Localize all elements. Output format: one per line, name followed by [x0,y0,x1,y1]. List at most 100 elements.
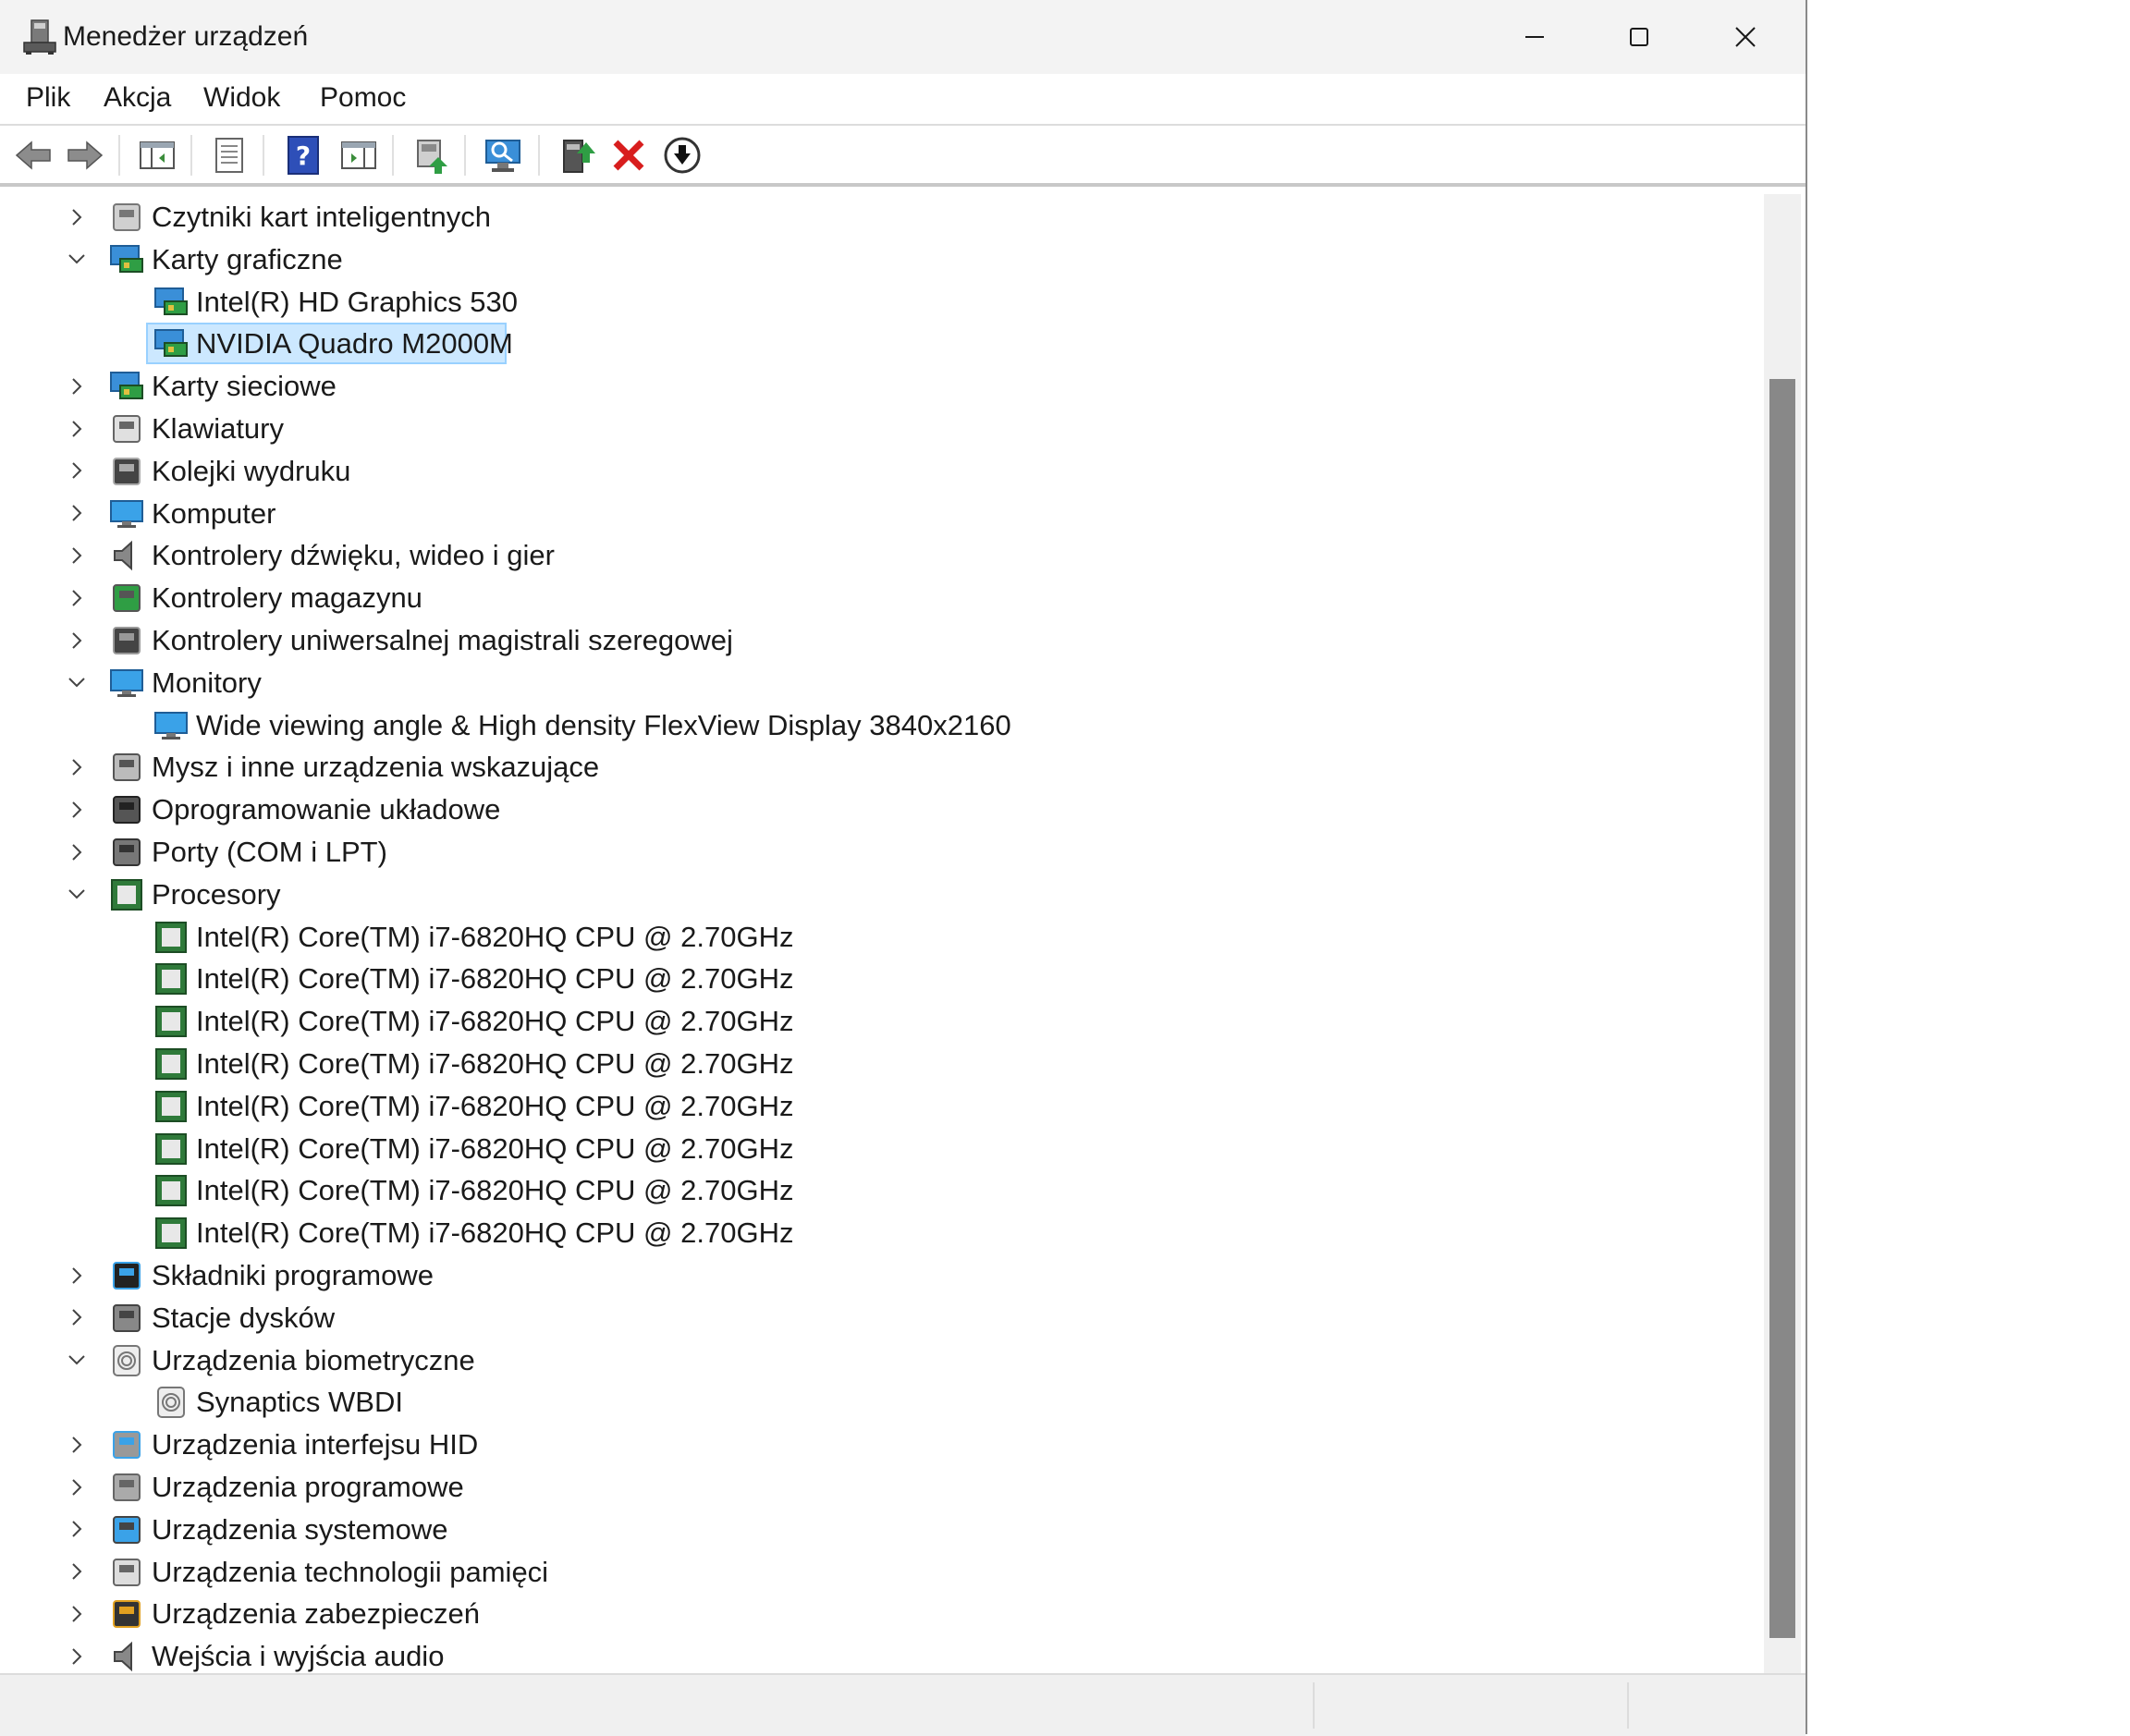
tree-item-label: Urządzenia biometryczne [152,1343,475,1376]
tree-item-label: Synaptics WBDI [196,1386,403,1419]
chevron-right-icon[interactable] [63,534,91,576]
arrow-left-icon [15,141,51,170]
menu-bar: Plik Akcja Widok Pomoc [0,74,1806,126]
tree-device-row[interactable]: Intel(R) Core(TM) i7-6820HQ CPU @ 2.70GH… [7,1043,1745,1084]
menu-pomoc[interactable]: Pomoc [320,79,406,116]
title-bar[interactable]: Menedżer urządzeń [0,0,1806,74]
tree-category-row[interactable]: Komputer [7,493,1745,534]
menu-widok[interactable]: Widok [203,79,280,116]
chevron-right-icon[interactable] [63,1466,91,1508]
forward-button[interactable] [63,133,107,177]
tree-device-row[interactable]: Synaptics WBDI [7,1381,1745,1423]
tree-category-row[interactable]: Urządzenia systemowe [7,1509,1745,1550]
back-button[interactable] [11,133,55,177]
tree-category-row[interactable]: Karty graficzne [7,238,1745,280]
maximize-button[interactable] [1587,0,1691,74]
chevron-right-icon[interactable] [63,789,91,830]
uninstall-icon [613,140,644,171]
tree-device-row[interactable]: Intel(R) Core(TM) i7-6820HQ CPU @ 2.70GH… [7,958,1745,999]
tree-item-label: Intel(R) Core(TM) i7-6820HQ CPU @ 2.70GH… [196,1174,794,1207]
tree-device-row[interactable]: NVIDIA Quadro M2000M [7,323,1745,365]
chevron-right-icon[interactable] [63,1635,91,1673]
tree-category-row[interactable]: Stacje dysków [7,1297,1745,1339]
tree-category-row[interactable]: Mysz i inne urządzenia wskazujące [7,746,1745,788]
tree-category-row[interactable]: Urządzenia interfejsu HID [7,1424,1745,1465]
tree-category-row[interactable]: Oprogramowanie układowe [7,789,1745,830]
tree-item-label: Intel(R) Core(TM) i7-6820HQ CPU @ 2.70GH… [196,920,794,953]
chevron-down-icon[interactable] [63,238,91,280]
tree-category-row[interactable]: Czytniki kart inteligentnych [7,196,1745,238]
tree-device-row[interactable]: Intel(R) Core(TM) i7-6820HQ CPU @ 2.70GH… [7,1000,1745,1042]
menu-plik[interactable]: Plik [26,79,70,116]
chevron-right-icon[interactable] [63,365,91,407]
chevron-down-icon[interactable] [63,1339,91,1381]
tree-device-row[interactable]: Intel(R) HD Graphics 530 [7,281,1745,323]
tree-device-row[interactable]: Intel(R) Core(TM) i7-6820HQ CPU @ 2.70GH… [7,1212,1745,1253]
show-hide-action-pane-button[interactable] [337,133,381,177]
chevron-right-icon[interactable] [63,408,91,449]
scrollbar-thumb[interactable] [1769,379,1795,1638]
chevron-right-icon[interactable] [63,1509,91,1550]
tree-item-label: Karty graficzne [152,242,343,275]
tree-category-row[interactable]: Kontrolery magazynu [7,577,1745,618]
speaker-icon [109,538,144,573]
chevron-right-icon[interactable] [63,1424,91,1465]
show-hide-console-tree-button[interactable] [135,133,179,177]
properties-button[interactable] [207,133,251,177]
toolbar-separator [118,135,120,176]
minimize-button[interactable] [1483,0,1586,74]
close-button[interactable] [1694,0,1797,74]
update-driver-icon [417,140,447,174]
display-adapter-icon [153,326,189,361]
chevron-right-icon[interactable] [63,619,91,661]
chevron-right-icon[interactable] [63,450,91,492]
tree-category-row[interactable]: Urządzenia zabezpieczeń [7,1593,1745,1634]
disable-icon [664,137,701,174]
monitor-icon [153,708,189,743]
tree-category-row[interactable]: Wejścia i wyjścia audio [7,1635,1745,1673]
tree-category-row[interactable]: Karty sieciowe [7,365,1745,407]
chevron-right-icon[interactable] [63,746,91,788]
tree-category-row[interactable]: Kontrolery uniwersalnej magistrali szere… [7,619,1745,661]
chevron-down-icon[interactable] [63,662,91,703]
update-driver-button[interactable] [409,133,453,177]
tree-category-row[interactable]: Kolejki wydruku [7,450,1745,492]
smart-card-reader-icon [109,200,144,235]
chevron-right-icon[interactable] [63,1551,91,1593]
menu-akcja[interactable]: Akcja [104,79,171,116]
disable-device-button[interactable] [660,133,704,177]
disk-drive-icon [109,1301,144,1336]
tree-category-row[interactable]: Urządzenia technologii pamięci [7,1551,1745,1593]
tree-category-row[interactable]: Monitory [7,662,1745,703]
tree-category-row[interactable]: Porty (COM i LPT) [7,831,1745,873]
chevron-right-icon[interactable] [63,196,91,238]
tree-device-row[interactable]: Intel(R) Core(TM) i7-6820HQ CPU @ 2.70GH… [7,1169,1745,1211]
tree-category-row[interactable]: Kontrolery dźwięku, wideo i gier [7,534,1745,576]
tree-item-label: Kolejki wydruku [152,454,351,487]
chevron-right-icon[interactable] [63,493,91,534]
toolbar: ? [0,126,1806,187]
fingerprint-icon [109,1343,144,1378]
chevron-down-icon[interactable] [63,874,91,915]
memory-technology-icon [109,1555,144,1590]
tree-device-row[interactable]: Wide viewing angle & High density FlexVi… [7,704,1745,746]
tree-category-row[interactable]: Urządzenia biometryczne [7,1339,1745,1381]
help-button[interactable]: ? [281,133,325,177]
chevron-right-icon[interactable] [63,1297,91,1339]
tree-category-row[interactable]: Urządzenia programowe [7,1466,1745,1508]
chevron-right-icon[interactable] [63,1254,91,1296]
tree-category-row[interactable]: Klawiatury [7,408,1745,449]
tree-category-row[interactable]: Składniki programowe [7,1254,1745,1296]
tree-category-row[interactable]: Procesory [7,874,1745,915]
scan-hardware-button[interactable] [481,133,525,177]
tree-device-row[interactable]: Intel(R) Core(TM) i7-6820HQ CPU @ 2.70GH… [7,1128,1745,1169]
tree-item-label: NVIDIA Quadro M2000M [196,327,513,361]
tree-device-row[interactable]: Intel(R) Core(TM) i7-6820HQ CPU @ 2.70GH… [7,916,1745,958]
chevron-right-icon[interactable] [63,1593,91,1634]
chevron-right-icon[interactable] [63,831,91,873]
add-driver-button[interactable] [555,133,599,177]
tree-device-row[interactable]: Intel(R) Core(TM) i7-6820HQ CPU @ 2.70GH… [7,1085,1745,1127]
chevron-right-icon[interactable] [63,577,91,618]
uninstall-device-button[interactable] [606,133,651,177]
tree-item-label: Intel(R) Core(TM) i7-6820HQ CPU @ 2.70GH… [196,1216,794,1250]
